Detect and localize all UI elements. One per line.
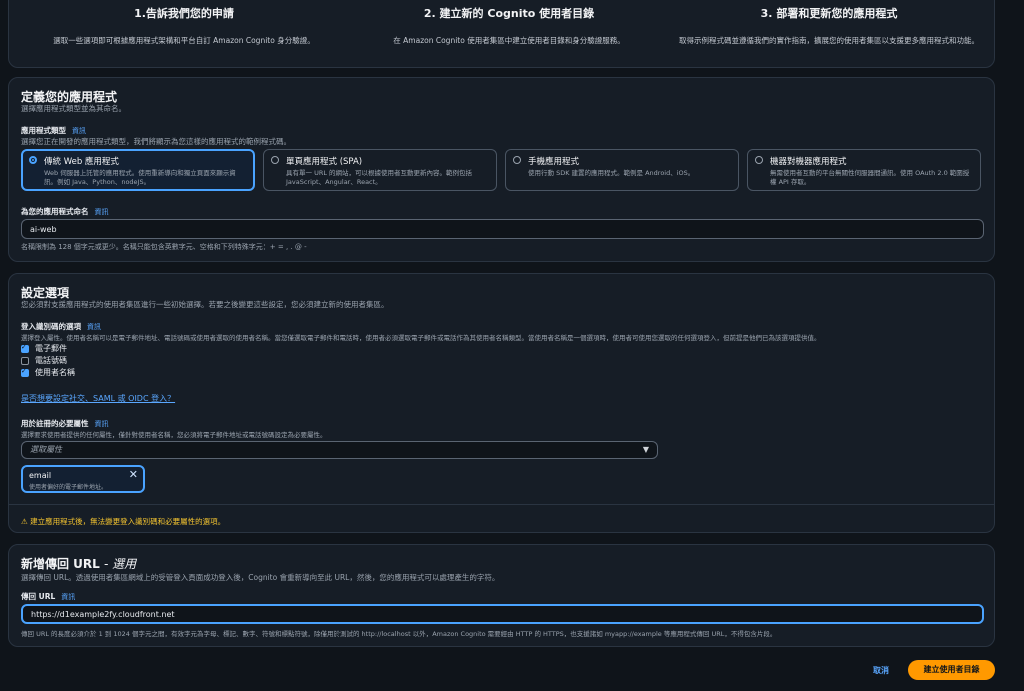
- checkbox-phone-label: 電話號碼: [35, 356, 67, 365]
- warning-icon: ⚠: [21, 517, 28, 526]
- callback-panel: 新增傳回 URL - 選用 選擇傳回 URL。透過使用者集區網域上的受管登入頁面…: [8, 544, 995, 647]
- app-type-mobile[interactable]: 手機應用程式 使用行動 SDK 建置的應用程式。範例是 Android、iOS。: [505, 149, 739, 191]
- required-attrs-label-text: 用於註冊的必要屬性: [21, 419, 89, 428]
- signin-label: 登入識別碼的選項 資訊: [21, 321, 101, 332]
- app-type-desc: 使用行動 SDK 建置的應用程式。範例是 Android、iOS。: [528, 169, 695, 177]
- step-2-title: 2. 建立新的 Cognito 使用者目錄: [423, 7, 595, 20]
- app-type-info-link[interactable]: 資訊: [72, 127, 86, 135]
- step-3-desc: 取得示例程式碼並遵循我們的實作指南，擴展您的使用者集區以支援更多應用程式和功能。: [679, 36, 979, 45]
- app-type-title: 機器對機器應用程式: [770, 157, 847, 167]
- create-user-directory-button[interactable]: 建立使用者目錄: [908, 660, 995, 680]
- checkbox-phone[interactable]: [21, 357, 29, 365]
- app-name-input[interactable]: [21, 219, 984, 239]
- app-type-label: 應用程式類型 資訊: [21, 125, 86, 136]
- attribute-select[interactable]: 選取屬性 ▼: [21, 441, 658, 459]
- checkbox-username[interactable]: [21, 367, 29, 377]
- required-attrs-info-link[interactable]: 資訊: [95, 420, 109, 428]
- app-type-desc: 無需使用者互動的平台無關性伺服器間通訊。使用 OAuth 2.0 範圍授權 AP…: [770, 169, 970, 186]
- step-1: 1.告訴我們您的申請 選取一些選項即可根據應用程式架構和平台自訂 Amazon …: [39, 5, 329, 46]
- required-attrs-label: 用於註冊的必要屬性 資訊: [21, 418, 109, 429]
- app-type-title: 傳統 Web 應用程式: [44, 157, 119, 167]
- callback-url-label: 傳回 URL 資訊: [21, 591, 75, 602]
- define-app-subtitle: 選擇應用程式類型並為其命名。: [21, 104, 126, 113]
- token-desc: 使用者偏好的電子郵件地址。: [29, 484, 108, 491]
- app-name-info-link[interactable]: 資訊: [95, 208, 109, 216]
- callback-url-info-link[interactable]: 資訊: [61, 593, 75, 601]
- step-1-desc: 選取一些選項即可根據應用程式架構和平台自訂 Amazon Cognito 身分驗…: [53, 36, 315, 45]
- step-3: 3. 部署和更新您的應用程式 取得示例程式碼並遵循我們的實作指南，擴展您的使用者…: [674, 5, 984, 46]
- callback-title: 新增傳回 URL - 選用: [21, 555, 136, 572]
- radio-icon[interactable]: [513, 156, 521, 164]
- checkbox-email[interactable]: [21, 343, 29, 353]
- callback-title-text: 新增傳回 URL: [21, 557, 100, 571]
- app-type-desc: 具有單一 URL 的網站，可以根據使用者互動更新內容。範例包括 JavaScri…: [286, 169, 473, 186]
- warning-message: ⚠ 建立應用程式後，無法變更登入識別碼和必要屬性的選項。: [21, 516, 225, 527]
- required-attrs-hint: 選擇要求使用者提供的任何屬性，僅針對使用者名稱，您必須將電子郵件地址或電話號碼設…: [21, 431, 327, 439]
- steps-panel: 1.告訴我們您的申請 選取一些選項即可根據應用程式架構和平台自訂 Amazon …: [8, 0, 995, 68]
- step-3-title: 3. 部署和更新您的應用程式: [760, 7, 898, 20]
- define-app-panel: 定義您的應用程式 選擇應用程式類型並為其命名。 應用程式類型 資訊 選擇您正在開發…: [8, 77, 995, 262]
- step-2-desc: 在 Amazon Cognito 使用者集區中建立使用者目錄和身分驗證服務。: [393, 36, 625, 45]
- signin-info-link[interactable]: 資訊: [87, 323, 101, 331]
- token-title: email: [29, 471, 52, 480]
- app-name-label: 為您的應用程式命名 資訊: [21, 206, 109, 217]
- app-type-hint: 選擇您正在開發的應用程式類型，我們將顯示為您這樣的應用程式的範例程式碼。: [21, 137, 291, 146]
- divider: [9, 504, 994, 505]
- email-attribute-token: email 使用者偏好的電子郵件地址。 ✕: [21, 465, 145, 493]
- callback-url-hint: 傳回 URL 的長度必須介於 1 到 1024 個字元之間，有效字元為字母、標記…: [21, 630, 777, 638]
- app-type-traditional-web[interactable]: 傳統 Web 應用程式 Web 伺服器上託管的應用程式。使用重新導向和獨立頁面來…: [21, 149, 255, 191]
- radio-icon[interactable]: [271, 156, 279, 164]
- cancel-button[interactable]: 取消: [873, 665, 889, 676]
- config-subtitle: 您必須對支援應用程式的使用者集區進行一些初始選擇。若要之後變更這些設定，您必須建…: [21, 300, 389, 309]
- signin-label-text: 登入識別碼的選項: [21, 322, 81, 331]
- app-type-m2m[interactable]: 機器對機器應用程式 無需使用者互動的平台無關性伺服器間通訊。使用 OAuth 2…: [747, 149, 981, 191]
- caret-down-icon: ▼: [642, 445, 649, 454]
- app-type-label-text: 應用程式類型: [21, 126, 66, 135]
- app-name-label-text: 為您的應用程式命名: [21, 207, 89, 216]
- config-panel: 設定選項 您必須對支援應用程式的使用者集區進行一些初始選擇。若要之後變更這些設定…: [8, 273, 995, 533]
- callback-optional: - 選用: [104, 557, 137, 571]
- app-type-spa[interactable]: 單頁應用程式 (SPA) 具有單一 URL 的網站，可以根據使用者互動更新內容。…: [263, 149, 497, 191]
- app-type-desc: Web 伺服器上託管的應用程式。使用重新導向和獨立頁面來顯示資訊。例如 Java…: [44, 169, 236, 186]
- callback-url-input[interactable]: [21, 604, 984, 624]
- callback-url-label-text: 傳回 URL: [21, 592, 56, 601]
- step-1-title: 1.告訴我們您的申請: [134, 7, 234, 20]
- step-2: 2. 建立新的 Cognito 使用者目錄 在 Amazon Cognito 使…: [364, 5, 654, 46]
- social-login-link[interactable]: 是否想要設定社交、SAML 或 OIDC 登入？: [21, 393, 175, 404]
- app-name-hint: 名稱限制為 128 個字元或更少。名稱只能包含英數字元、空格和下列特殊字元：+ …: [21, 243, 307, 251]
- app-type-title: 單頁應用程式 (SPA): [286, 157, 363, 167]
- signin-hint: 選擇登入屬性。使用者名稱可以是電子郵件地址、電話號碼或使用者選取的使用者名稱。當…: [21, 334, 821, 342]
- checkbox-email-label: 電子郵件: [35, 344, 67, 353]
- callback-subtitle: 選擇傳回 URL。透過使用者集區網域上的受管登入頁面成功登入後，Cognito …: [21, 573, 500, 582]
- attribute-select-placeholder: 選取屬性: [30, 445, 62, 454]
- checkbox-username-label: 使用者名稱: [35, 368, 75, 377]
- radio-selected-icon[interactable]: [29, 156, 37, 164]
- app-type-title: 手機應用程式: [528, 157, 580, 167]
- close-icon[interactable]: ✕: [129, 468, 138, 481]
- warning-text: 建立應用程式後，無法變更登入識別碼和必要屬性的選項。: [30, 517, 226, 526]
- radio-icon[interactable]: [755, 156, 763, 164]
